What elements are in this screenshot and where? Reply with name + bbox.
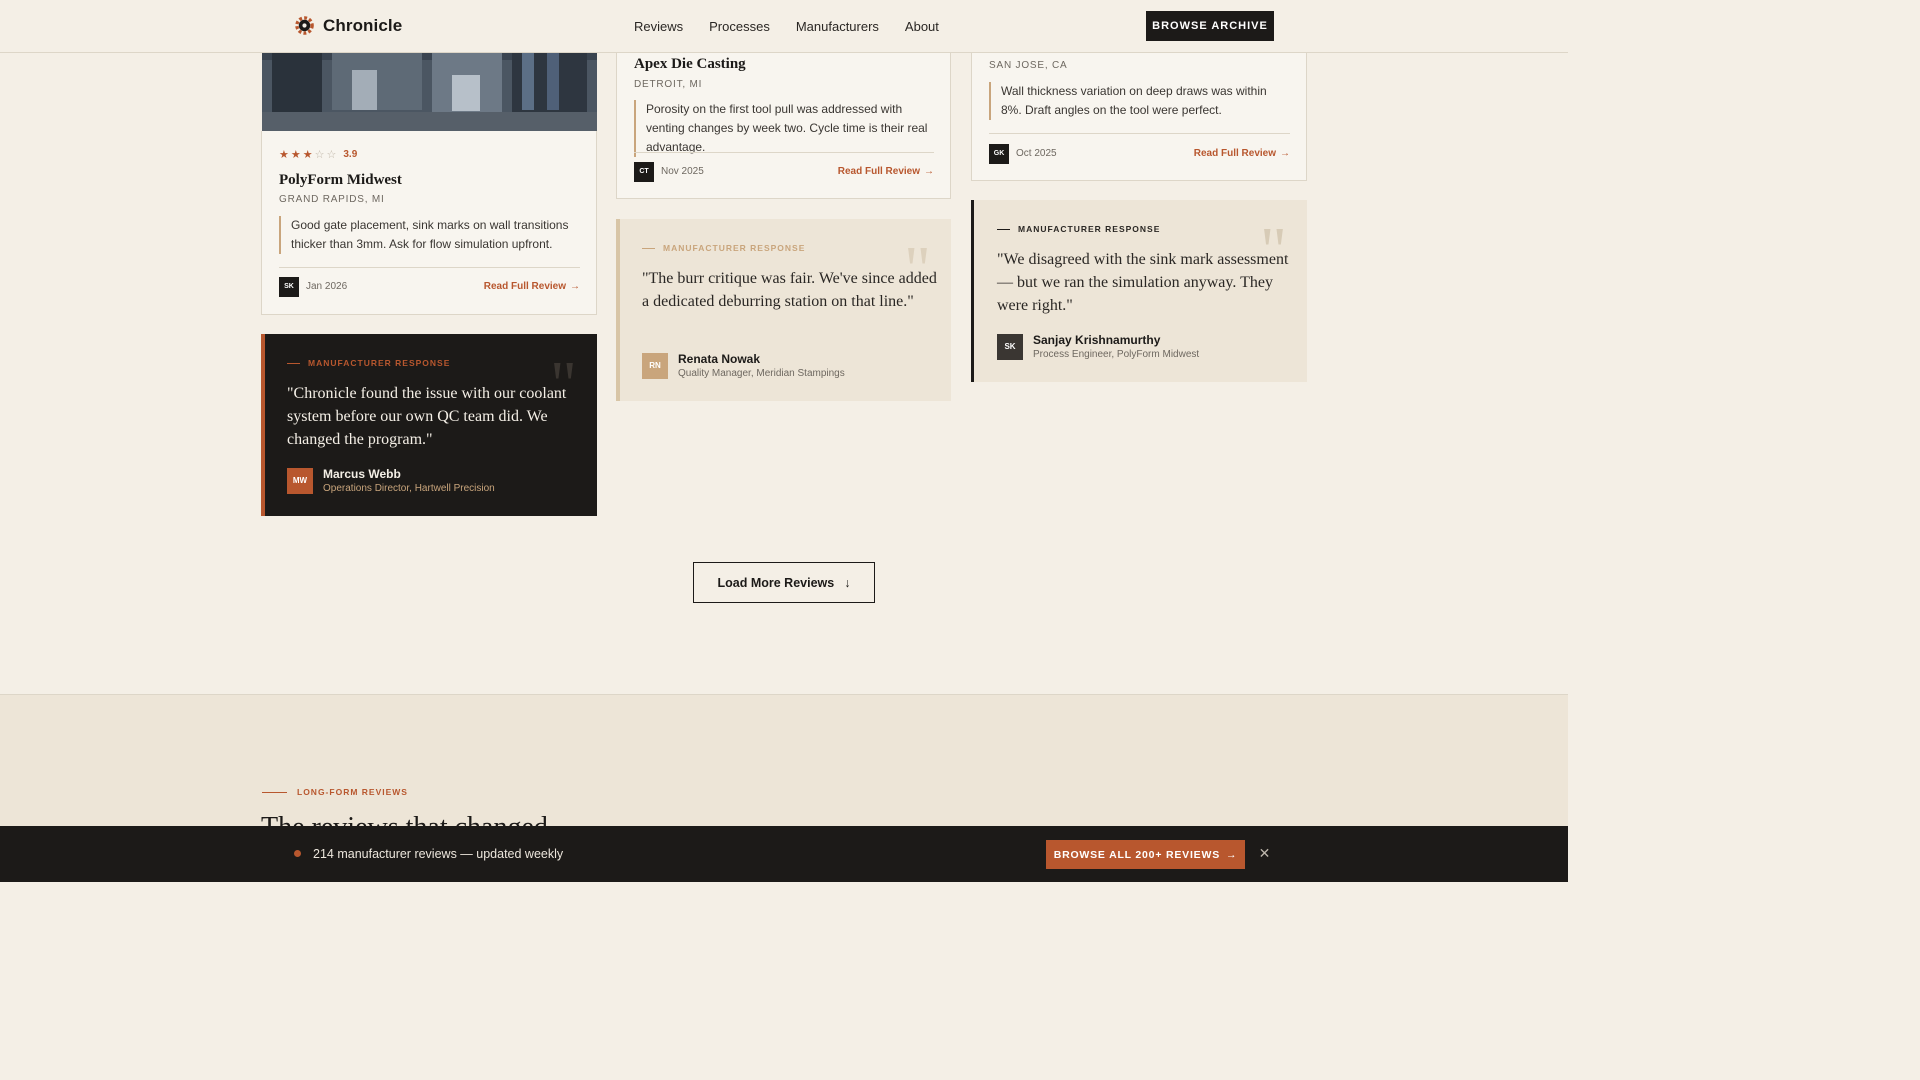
- review-excerpt: Good gate placement, sink marks on wall …: [279, 216, 569, 254]
- star-empty-icon: ☆: [314, 149, 325, 161]
- respondent-avatar: SK: [997, 333, 1023, 360]
- brand-logo[interactable]: Chronicle: [294, 15, 402, 36]
- manufacturer-response-meridian: " MANUFACTURER RESPONSE "The burr critiq…: [616, 219, 951, 401]
- manufacturer-response-polyform: " MANUFACTURER RESPONSE "We disagreed wi…: [971, 200, 1307, 382]
- section-label: LONG-FORM REVIEWS: [262, 787, 408, 797]
- read-full-review-link[interactable]: Read Full Review →: [838, 166, 934, 177]
- card-footer: SK Jan 2026 Read Full Review →: [279, 267, 580, 305]
- arrow-right-icon: →: [924, 166, 934, 177]
- respondent-role: Operations Director, Hartwell Precision: [323, 483, 495, 494]
- respondent-avatar: MW: [287, 467, 313, 494]
- respondent-name: Renata Nowak: [678, 352, 761, 366]
- response-quote: "The burr critique was fair. We've since…: [642, 270, 937, 310]
- arrow-right-icon: →: [1226, 848, 1238, 861]
- manufacturer-name: Apex Die Casting: [634, 56, 746, 72]
- sticky-bottom-bar: 214 manufacturer reviews — updated weekl…: [0, 826, 1568, 882]
- gear-logo-icon: [295, 16, 314, 35]
- respondent-avatar: RN: [642, 352, 668, 379]
- load-more-button[interactable]: Load More Reviews ↓: [693, 562, 875, 603]
- response-label: MANUFACTURER RESPONSE: [642, 243, 805, 253]
- read-full-review-link[interactable]: Read Full Review →: [484, 281, 580, 292]
- respondent: SK Sanjay Krishnamurthy Process Engineer…: [997, 333, 1199, 360]
- manufacturer-location: GRAND RAPIDS, MI: [279, 194, 385, 205]
- response-quote: "We disagreed with the sink mark assessm…: [997, 251, 1289, 314]
- star-rating: ★ ★ ★ ☆ ☆ 3.9: [279, 148, 357, 161]
- browse-archive-button[interactable]: BROWSE ARCHIVE: [1146, 11, 1274, 41]
- star-icon: ★: [302, 149, 313, 161]
- review-excerpt: Porosity on the first tool pull was addr…: [634, 100, 936, 157]
- reviewer-avatar: GK: [989, 143, 1009, 164]
- review-date: Jan 2026: [306, 281, 348, 292]
- site-header: Chronicle Reviews Processes Manufacturer…: [0, 0, 1568, 53]
- reviewer-avatar: SK: [279, 276, 299, 297]
- review-excerpt: Wall thickness variation on deep draws w…: [989, 82, 1289, 120]
- respondent: MW Marcus Webb Operations Director, Hart…: [287, 467, 495, 494]
- brand-name: Chronicle: [323, 15, 403, 35]
- response-label: MANUFACTURER RESPONSE: [997, 224, 1160, 234]
- arrow-down-icon: ↓: [844, 575, 851, 590]
- respondent-name: Marcus Webb: [323, 467, 401, 481]
- response-quote: "Chronicle found the issue with our cool…: [287, 385, 567, 448]
- card-footer: GK Oct 2025 Read Full Review →: [989, 133, 1290, 173]
- read-full-review-link[interactable]: Read Full Review →: [1194, 148, 1290, 159]
- browse-all-reviews-button[interactable]: BROWSE ALL 200+ REVIEWS →: [1046, 840, 1245, 869]
- respondent-name: Sanjay Krishnamurthy: [1033, 333, 1161, 347]
- nav-manufacturers[interactable]: Manufacturers: [796, 19, 879, 34]
- nav-about[interactable]: About: [905, 19, 939, 34]
- reviewer-avatar: CT: [634, 161, 654, 182]
- review-date: Nov 2025: [661, 166, 704, 177]
- review-card-polyform: ★ ★ ★ ☆ ☆ 3.9 PolyForm Midwest GRAND RAPIDS,…: [261, 131, 597, 315]
- respondent-role: Process Engineer, PolyForm Midwest: [1033, 349, 1200, 360]
- rating-value: 3.9: [343, 149, 358, 160]
- main-nav: Reviews Processes Manufacturers About: [634, 19, 939, 34]
- star-empty-icon: ☆: [326, 149, 337, 161]
- respondent: RN Renata Nowak Quality Manager, Meridia…: [642, 352, 845, 379]
- card-footer: CT Nov 2025 Read Full Review →: [634, 152, 934, 190]
- manufacturer-name: PolyForm Midwest: [279, 172, 402, 188]
- respondent-role: Quality Manager, Meridian Stampings: [678, 368, 845, 379]
- manufacturer-location: SAN JOSE, CA: [989, 60, 1068, 71]
- manufacturer-response-hartwell: " MANUFACTURER RESPONSE "Chronicle found…: [261, 334, 597, 516]
- status-dot-icon: [294, 850, 301, 857]
- nav-processes[interactable]: Processes: [709, 19, 770, 34]
- review-date: Oct 2025: [1016, 148, 1057, 159]
- nav-reviews[interactable]: Reviews: [634, 19, 683, 34]
- star-icon: ★: [290, 149, 301, 161]
- arrow-right-icon: →: [570, 281, 580, 292]
- star-icon: ★: [279, 149, 289, 161]
- review-count-text: 214 manufacturer reviews — updated weekl…: [313, 847, 564, 861]
- arrow-right-icon: →: [1280, 148, 1290, 159]
- close-icon[interactable]: ✕: [1256, 845, 1273, 862]
- response-label: MANUFACTURER RESPONSE: [287, 358, 450, 368]
- manufacturer-location: DETROIT, MI: [634, 79, 703, 90]
